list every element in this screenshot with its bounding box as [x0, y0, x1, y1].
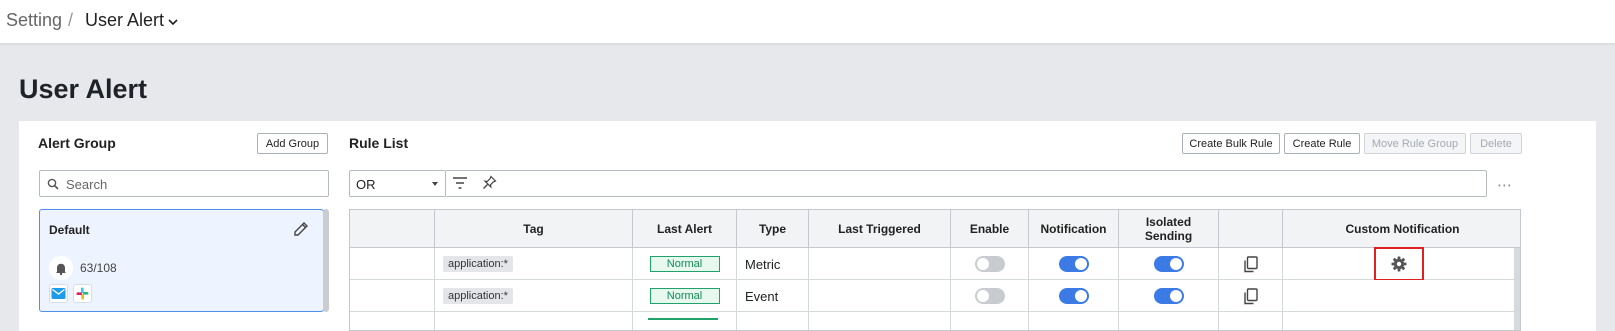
type-cell: Metric: [737, 248, 809, 280]
bell-icon-badge: [49, 256, 73, 280]
notification-cell: [1029, 312, 1119, 330]
enable-cell: [951, 248, 1029, 280]
notification-cell: [1029, 280, 1119, 312]
isolated-sending-cell: [1119, 280, 1219, 312]
copy-cell: [1219, 248, 1283, 280]
breadcrumb-separator: /: [68, 10, 74, 30]
table-row[interactable]: application:* Normal Event: [350, 280, 1520, 312]
row-select-cell: [350, 312, 435, 330]
tag-cell: application:*: [435, 248, 633, 280]
isolated-sending-toggle[interactable]: [1153, 256, 1184, 272]
chevron-down-icon: [168, 18, 178, 25]
col-header-select: [350, 210, 435, 248]
filter-icon[interactable]: [452, 176, 468, 190]
custom-notification-button[interactable]: [1373, 247, 1424, 281]
isolated-sending-cell: [1119, 248, 1219, 280]
tag-chip: application:*: [443, 288, 513, 304]
type-value: Event: [745, 288, 779, 304]
move-rule-group-button[interactable]: Move Rule Group: [1364, 133, 1466, 154]
table-header: Tag Last Alert Type Last Triggered Enabl…: [350, 210, 1520, 248]
col-header-tag[interactable]: Tag: [435, 210, 633, 248]
last-alert-cell: Normal: [633, 280, 737, 312]
breadcrumb-setting[interactable]: Setting: [6, 10, 62, 31]
pin-icon[interactable]: [482, 175, 497, 190]
enable-cell: [951, 312, 1029, 330]
tag-cell: [435, 312, 633, 330]
last-triggered-cell: [809, 280, 951, 312]
col-header-enable[interactable]: Enable: [951, 210, 1029, 248]
caret-down-icon: [432, 182, 438, 186]
pencil-icon[interactable]: [292, 220, 310, 238]
type-cell: [737, 312, 809, 330]
group-search-input[interactable]: [66, 175, 316, 193]
group-card-default[interactable]: Default 63/108: [39, 209, 324, 312]
group-search: [39, 170, 329, 197]
page-title: User Alert: [19, 74, 148, 104]
isolated-sending-cell: [1119, 312, 1219, 330]
table-row[interactable]: application:* Normal Metric: [350, 247, 1520, 281]
last-triggered-cell: [809, 248, 951, 280]
filter-operator-value: OR: [356, 177, 376, 192]
enable-toggle[interactable]: [974, 256, 1005, 272]
tag-chip: application:*: [443, 256, 513, 272]
col-header-custom-notification[interactable]: Custom Notification: [1283, 210, 1520, 248]
rule-table: Tag Last Alert Type Last Triggered Enabl…: [349, 209, 1521, 331]
filter-input-bar[interactable]: [446, 170, 1487, 197]
create-bulk-rule-button[interactable]: Create Bulk Rule: [1182, 133, 1280, 154]
last-triggered-cell: [809, 312, 951, 330]
copy-icon[interactable]: [1243, 287, 1258, 305]
enable-toggle[interactable]: [974, 288, 1005, 304]
row-select-cell[interactable]: [350, 280, 435, 312]
copy-cell: [1219, 312, 1283, 330]
search-icon: [47, 178, 59, 190]
notification-cell: [1029, 248, 1119, 280]
filter-operator-select[interactable]: OR: [349, 170, 446, 197]
bell-icon: [56, 263, 66, 275]
breadcrumb-current-label: User Alert: [85, 10, 165, 30]
status-badge: Normal: [649, 256, 720, 272]
more-options-icon[interactable]: ⋯: [1497, 176, 1513, 194]
add-group-button[interactable]: Add Group: [257, 133, 328, 154]
group-list-scrollbar[interactable]: [323, 209, 329, 312]
last-alert-cell: Normal: [633, 248, 737, 280]
col-header-isolated-sending[interactable]: Isolated Sending: [1119, 210, 1219, 248]
row-select-cell[interactable]: [350, 248, 435, 280]
col-header-copy: [1219, 210, 1283, 248]
status-badge: Normal: [649, 288, 720, 304]
status-badge-partial: [648, 318, 718, 324]
top-bar: Setting / User Alert: [0, 0, 1615, 44]
col-header-last-triggered[interactable]: Last Triggered: [809, 210, 951, 248]
group-rule-count: 63/108: [80, 261, 117, 275]
rule-list-title: Rule List: [349, 135, 409, 151]
notification-toggle[interactable]: [1058, 288, 1089, 304]
gear-icon: [1391, 256, 1406, 272]
type-cell: Event: [737, 280, 809, 312]
delete-button[interactable]: Delete: [1470, 133, 1522, 154]
create-rule-button[interactable]: Create Rule: [1284, 133, 1360, 154]
isolated-sending-toggle[interactable]: [1153, 288, 1184, 304]
copy-cell: [1219, 280, 1283, 312]
notification-toggle[interactable]: [1058, 256, 1089, 272]
enable-cell: [951, 280, 1029, 312]
slack-icon: [73, 284, 92, 303]
table-scrollbar[interactable]: [1514, 248, 1520, 330]
alert-group-title: Alert Group: [38, 135, 116, 151]
tag-cell: application:*: [435, 280, 633, 312]
type-value: Metric: [745, 256, 781, 272]
custom-notification-cell: [1283, 280, 1514, 312]
col-header-last-alert[interactable]: Last Alert: [633, 210, 737, 248]
col-header-notification[interactable]: Notification: [1029, 210, 1119, 248]
copy-icon[interactable]: [1243, 255, 1258, 273]
group-name: Default: [49, 223, 90, 237]
col-header-type[interactable]: Type: [737, 210, 809, 248]
table-row-partial[interactable]: [350, 312, 1520, 330]
email-icon: [49, 284, 68, 303]
breadcrumb-current-dropdown[interactable]: User Alert: [85, 10, 178, 31]
custom-notification-cell: [1283, 247, 1514, 281]
